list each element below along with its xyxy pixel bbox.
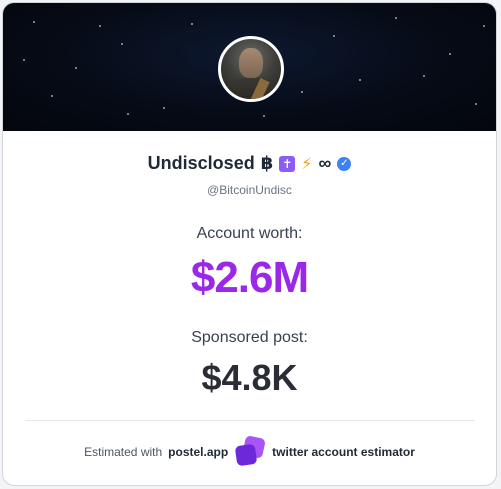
footer: Estimated with postel.app twitter accoun… [3,435,496,467]
sponsored-post-label: Sponsored post: [191,329,308,346]
display-name-row: Undisclosed ฿ ✝ ⚡ ∞ ✓ [3,153,496,174]
account-worth-value: $2.6M [190,253,309,302]
cross-icon: ✝ [279,155,296,172]
postel-logo-icon[interactable] [234,435,267,467]
profile-banner [3,3,496,131]
bitcoin-icon: ฿ [260,153,274,173]
footer-suffix: twitter account estimator [272,445,415,459]
lightning-icon: ⚡ [301,155,313,173]
twitter-handle: @BitcoinUndisc [207,183,292,197]
display-name: Undisclosed [147,153,255,173]
account-worth-label: Account worth: [196,225,303,242]
verified-badge-icon: ✓ [337,156,352,171]
estimate-card: Undisclosed ฿ ✝ ⚡ ∞ ✓ @BitcoinUndisc Acc… [2,2,497,486]
sponsored-post-value: $4.8K [201,357,298,398]
footer-brand-link[interactable]: postel.app [168,445,228,459]
avatar[interactable] [218,36,284,102]
divider [25,420,475,421]
infinity-icon: ∞ [318,153,332,173]
footer-prefix: Estimated with [84,445,163,459]
